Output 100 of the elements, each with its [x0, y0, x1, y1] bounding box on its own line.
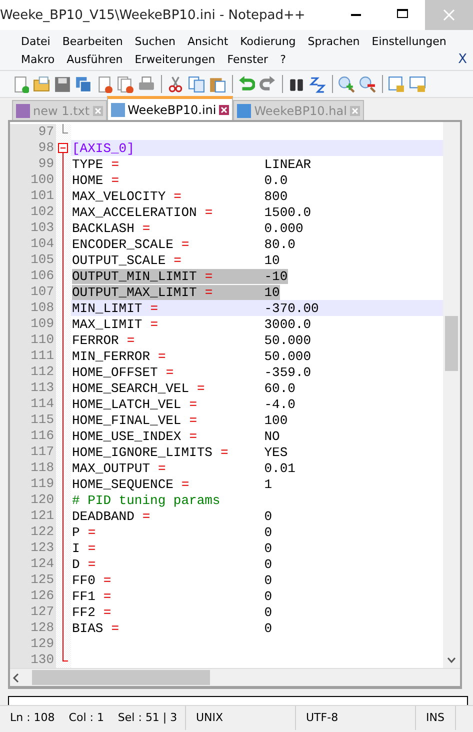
line-number: 120 — [10, 492, 56, 508]
equals-sign: = — [204, 268, 213, 284]
line-number: 125 — [10, 572, 56, 588]
scroll-thumb[interactable] — [32, 670, 210, 685]
setting-value: 800 — [264, 188, 288, 204]
new-document-icon[interactable] — [12, 76, 29, 92]
line-number: 116 — [10, 428, 56, 444]
close-documents-icon[interactable] — [117, 76, 134, 92]
setting-key: HOME_OFFSET — [72, 364, 158, 380]
line-number: 115 — [10, 412, 56, 428]
equals-sign: = — [88, 524, 96, 540]
menu-item[interactable]: ? — [274, 52, 292, 66]
section-header: [AXIS_0] — [72, 140, 134, 156]
setting-value: 0 — [264, 620, 272, 636]
floppy-stack-icon[interactable] — [75, 76, 92, 92]
replace-icon[interactable] — [309, 76, 326, 92]
scroll-thumb[interactable] — [445, 316, 458, 371]
menu-item[interactable]: Datei — [15, 34, 56, 48]
equals-sign: = — [111, 172, 120, 188]
line-number: 107 — [10, 284, 56, 300]
setting-value: 0.01 — [264, 460, 296, 476]
scissors-icon[interactable] — [167, 76, 184, 92]
setting-key: FF1 — [72, 588, 96, 604]
equals-sign: = — [111, 156, 120, 172]
line-number: 104 — [10, 236, 56, 252]
setting-value: 80.0 — [264, 236, 296, 252]
close-document-button[interactable]: X — [458, 52, 467, 66]
redo-arrow-icon[interactable] — [259, 76, 276, 92]
line-number: 129 — [10, 636, 56, 652]
line-number: 121 — [10, 508, 56, 524]
setting-key: ENCODER_SCALE — [72, 236, 174, 252]
setting-value: -370.00 — [264, 300, 319, 316]
line-number: 106 — [10, 268, 56, 284]
setting-key: P — [72, 524, 80, 540]
setting-value: 0 — [264, 556, 272, 572]
setting-value: NO — [264, 428, 280, 444]
equals-sign: = — [150, 300, 158, 316]
fold-marker-drawing[interactable] — [58, 143, 68, 662]
setting-value: -10 — [264, 268, 288, 284]
menu-item[interactable]: Fenster — [221, 52, 274, 66]
setting-key: OUTPUT_MIN_LIMIT — [72, 268, 197, 284]
setting-value: 0 — [264, 604, 272, 620]
fold-end-icon — [62, 124, 68, 134]
locked-window-icon[interactable] — [409, 76, 426, 92]
locked-window-icon[interactable] — [388, 76, 405, 92]
setting-value: 1500.0 — [264, 204, 312, 220]
equals-sign: = — [189, 396, 198, 412]
zoom-in-icon[interactable] — [338, 76, 355, 92]
setting-key: HOME — [72, 172, 104, 188]
line-number: 126 — [10, 588, 56, 604]
menu-item[interactable]: Sprachen — [302, 34, 366, 48]
menu-item[interactable]: Suchen — [128, 34, 182, 48]
setting-key: DEADBAND — [72, 508, 134, 524]
folder-icon[interactable] — [33, 76, 50, 92]
file-tab[interactable]: WeekeBP10.ini — [106, 96, 234, 120]
printer-icon[interactable] — [138, 76, 155, 92]
line-number: 99 — [10, 156, 56, 172]
equals-sign: = — [204, 284, 213, 300]
close-document-icon[interactable] — [96, 76, 113, 92]
horizontal-scrollbar[interactable] — [10, 668, 460, 686]
equals-sign: = — [189, 412, 198, 428]
setting-value: 50.000 — [264, 348, 312, 364]
copy-icon[interactable] — [188, 76, 205, 92]
vertical-scrollbar[interactable] — [443, 122, 460, 668]
setting-key: BIAS — [72, 620, 104, 636]
setting-value: 0 — [264, 540, 272, 556]
setting-value: 100 — [264, 412, 288, 428]
menu-item[interactable]: Bearbeiten — [56, 34, 129, 48]
setting-key: TYPE — [72, 156, 104, 172]
line-number: 110 — [10, 332, 56, 348]
code-comment: # PID tuning params — [72, 492, 220, 508]
setting-key: OUTPUT_MAX_LIMIT — [72, 284, 197, 300]
equals-sign: = — [158, 460, 166, 476]
close-icon[interactable] — [219, 104, 230, 114]
setting-value: 50.000 — [264, 332, 312, 348]
floppy-icon[interactable] — [54, 76, 71, 92]
line-number: 122 — [10, 524, 56, 540]
equals-sign: = — [197, 380, 205, 396]
clipboard-icon[interactable] — [209, 76, 226, 92]
line-number: 109 — [10, 316, 56, 332]
equals-sign: = — [181, 236, 190, 252]
zoom-out-icon[interactable] — [359, 76, 376, 92]
line-number: 123 — [10, 540, 56, 556]
menu-item[interactable]: Einstellungen — [366, 34, 452, 48]
equals-sign: = — [88, 540, 96, 556]
setting-key: MIN_FERROR — [72, 348, 150, 364]
equals-sign: = — [126, 332, 135, 348]
menu-item[interactable]: Ausführen — [60, 52, 129, 66]
setting-value: 10 — [264, 284, 280, 300]
equals-sign: = — [103, 588, 112, 604]
cursor-position: Ln : 108 Col : 1 Sel : 51 | 3 — [0, 706, 186, 730]
menu-item[interactable]: Makro — [15, 52, 61, 66]
menu-item[interactable]: Erweiterungen — [128, 52, 222, 66]
scroll-left-icon[interactable] — [10, 672, 21, 684]
menu-item[interactable]: Kodierung — [234, 34, 302, 48]
line-number: 127 — [10, 604, 56, 620]
setting-key: MAX_LIMIT — [72, 316, 142, 332]
menu-item[interactable]: Ansicht — [182, 34, 234, 48]
setting-value: 1 — [264, 476, 272, 492]
undo-arrow-icon[interactable] — [238, 76, 255, 92]
